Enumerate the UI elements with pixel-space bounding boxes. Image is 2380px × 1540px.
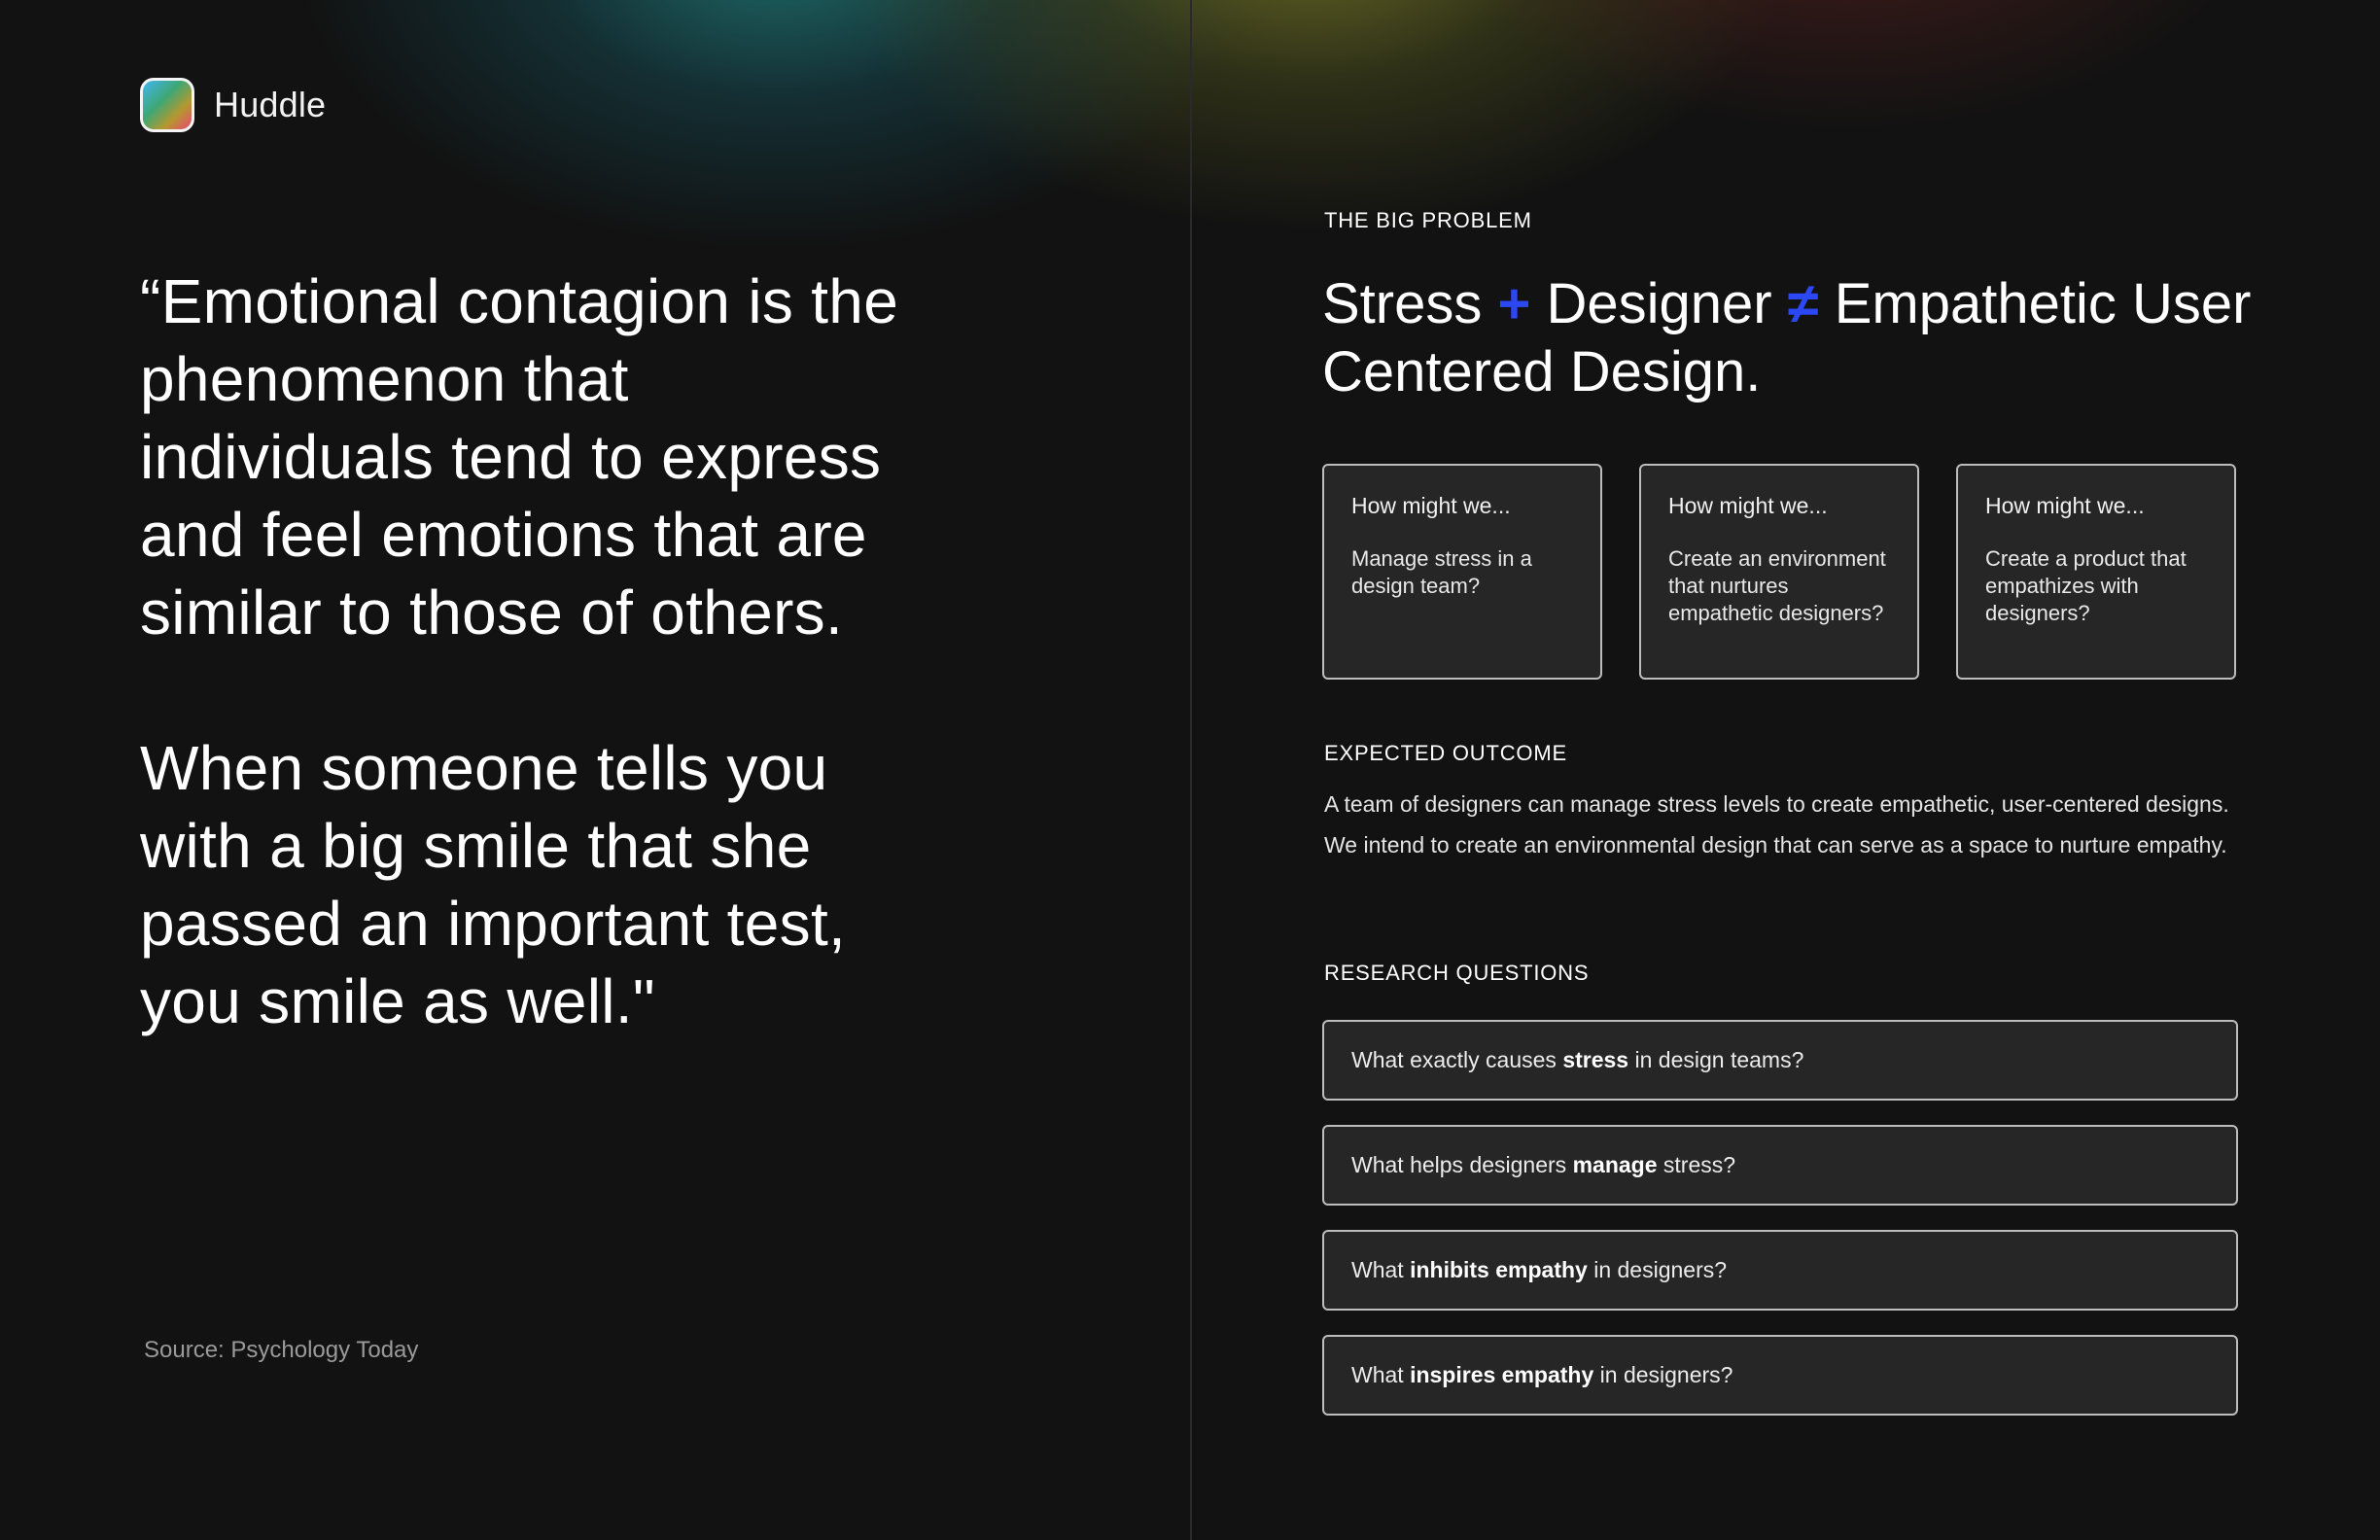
- question-text: What exactly causes: [1351, 1047, 1563, 1072]
- quote-paragraph-2: When someone tells you with a big smile …: [140, 733, 847, 1036]
- question-emphasis: manage: [1572, 1152, 1658, 1177]
- question-text: stress?: [1657, 1152, 1736, 1177]
- question-emphasis: inspires empathy: [1410, 1362, 1594, 1387]
- hmw-card: How might we... Manage stress in a desig…: [1322, 464, 1602, 680]
- question-text: in designers?: [1587, 1257, 1728, 1282]
- question-text: What: [1351, 1362, 1411, 1387]
- brand-name: Huddle: [214, 85, 327, 124]
- background-glow-teal: [292, 0, 1264, 253]
- research-question-item: What inspires empathy in designers?: [1322, 1335, 2238, 1416]
- hmw-card-body: Create an environment that nurtures empa…: [1668, 546, 1886, 625]
- plus-operator: +: [1497, 272, 1531, 335]
- hmw-card-body: Manage stress in a design team?: [1351, 546, 1532, 598]
- hmw-card-head: How might we...: [1668, 493, 1828, 518]
- quote: “Emotional contagion is the phenomenon t…: [140, 262, 937, 1040]
- research-question-item: What exactly causes stress in design tea…: [1322, 1020, 2238, 1101]
- question-emphasis: stress: [1562, 1047, 1629, 1072]
- research-question-item: What helps designers manage stress?: [1322, 1125, 2238, 1206]
- background-glow-olive: [826, 0, 1799, 233]
- hmw-card-body: Create a product that empathizes with de…: [1985, 546, 2187, 625]
- title-part-designer: Designer: [1546, 272, 1772, 335]
- question-emphasis: inhibits empathy: [1410, 1257, 1588, 1282]
- question-text: in designers?: [1593, 1362, 1733, 1387]
- problem-title: Stress + Designer ≠ Empathetic User Cent…: [1322, 270, 2275, 406]
- hmw-card: How might we... Create a product that em…: [1956, 464, 2236, 680]
- research-question-item: What inhibits empathy in designers?: [1322, 1230, 2238, 1311]
- question-text: What: [1351, 1257, 1411, 1282]
- research-label: RESEARCH QUESTIONS: [1324, 961, 1590, 985]
- quote-paragraph-1: “Emotional contagion is the phenomenon t…: [140, 266, 899, 648]
- research-questions-list: What exactly causes stress in design tea…: [1322, 1020, 2238, 1440]
- hmw-card-head: How might we...: [1351, 493, 1511, 518]
- outcome-label: EXPECTED OUTCOME: [1324, 741, 1567, 765]
- question-text: What helps designers: [1351, 1152, 1573, 1177]
- not-equal-operator: ≠: [1787, 272, 1819, 335]
- how-might-we-cards: How might we... Manage stress in a desig…: [1322, 464, 2236, 680]
- question-text: in design teams?: [1628, 1047, 1804, 1072]
- hmw-card-head: How might we...: [1985, 493, 2145, 518]
- presentation-slide: Huddle “Emotional contagion is the pheno…: [0, 0, 2380, 1540]
- brand: Huddle: [140, 78, 326, 132]
- background-glow-red: [1410, 0, 2285, 136]
- problem-label: THE BIG PROBLEM: [1324, 208, 1532, 232]
- hmw-card: How might we... Create an environment th…: [1639, 464, 1919, 680]
- outcome-text: A team of designers can manage stress le…: [1324, 791, 2229, 858]
- gradient-square-icon: [140, 78, 194, 132]
- title-part-stress: Stress: [1322, 272, 1483, 335]
- quote-source: Source: Psychology Today: [144, 1337, 419, 1363]
- column-divider: [1190, 0, 1192, 1540]
